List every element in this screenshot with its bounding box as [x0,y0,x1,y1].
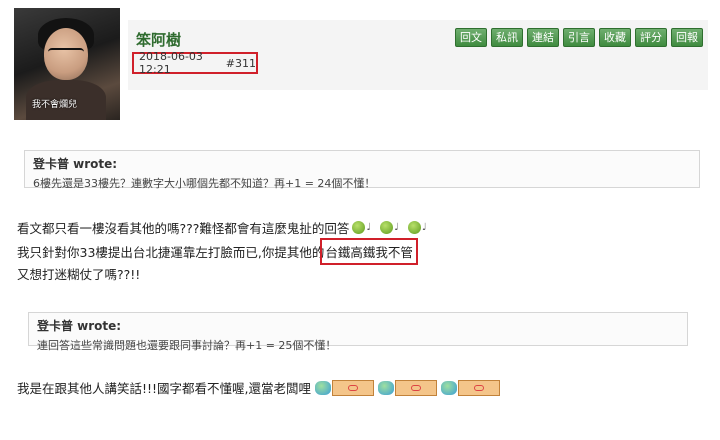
report-button[interactable]: 回報 [671,28,703,47]
avatar-glasses [48,48,84,58]
post-body-line: 看文都只看一樓沒看其他的嗎???難怪都會有這麼鬼扯的回答 ♩ ♩ ♩ [17,218,433,237]
emoji-banner-icon [458,379,501,396]
post-number[interactable]: #311 [226,57,256,70]
post-actions-toolbar: 回文 私訊 連結 引言 收藏 評分 回報 [455,28,703,47]
highlighted-text: 台鐵高鐵我不管 [320,238,418,265]
post-text: 看文都只看一樓沒看其他的嗎???難怪都會有這麼鬼扯的回答 [17,221,350,236]
emoji-smiley-icon [315,380,332,395]
green-smiley-icon [407,221,421,234]
user-avatar: 我不會爛兒 [14,8,120,120]
favorite-button[interactable]: 收藏 [599,28,631,47]
green-smiley-icon [352,221,366,234]
quote-block: 登卡普 wrote: 6樓先還是33樓先？連數字大小哪個先都不知道？再+1 = … [24,150,700,190]
post-text: 我是在跟其他人講笑話!!!國字都看不懂喔,還當老闆哩 [17,381,312,396]
emoji-banner-icon [395,379,438,396]
quote-button[interactable]: 引言 [563,28,595,47]
username-link[interactable]: 笨阿樹 [136,29,181,50]
quote-text: 6樓先還是33樓先？連數字大小哪個先都不知道？再+1 = 24個不懂！ [33,177,376,190]
private-message-button[interactable]: 私訊 [491,28,523,47]
green-smiley-icon [380,221,394,234]
music-note-icon: ♩ [421,222,427,233]
post-timestamp: 2018-06-03 12:21 [139,50,203,76]
avatar-caption: 我不會爛兒 [32,100,78,110]
link-button[interactable]: 連結 [527,28,559,47]
post-body-line: 又想打迷糊仗了嗎??!! [17,264,140,283]
emoji-smiley-icon [441,380,458,395]
reply-button[interactable]: 回文 [455,28,487,47]
quote-block: 登卡普 wrote: 連回答這些常識問題也還要跟同事討論？再+1 = 25個不懂… [28,312,688,352]
quote-author: 登卡普 wrote: [37,319,122,333]
rate-button[interactable]: 評分 [635,28,667,47]
emoji-banner-icon [332,379,375,396]
music-note-icon: ♩ [394,222,399,233]
post-meta-highlighted: 2018-06-03 12:21 #311 [132,50,258,76]
post-body-line: 我只針對你33樓提出台北捷運靠左打臉而已,你提其他的 台鐵高鐵我不管 [17,238,418,265]
post-text: 我只針對你33樓提出台北捷運靠左打臉而已,你提其他的 [17,245,325,260]
post-text: 又想打迷糊仗了嗎??!! [17,267,141,282]
music-note-icon: ♩ [366,222,372,233]
quote-author: 登卡普 wrote: [33,157,118,171]
quote-text: 連回答這些常識問題也還要跟同事討論？再+1 = 25個不懂！ [37,339,337,352]
emoji-smiley-icon [378,380,395,395]
post-body-line: 我是在跟其他人講笑話!!!國字都看不懂喔,還當老闆哩 [17,378,501,397]
